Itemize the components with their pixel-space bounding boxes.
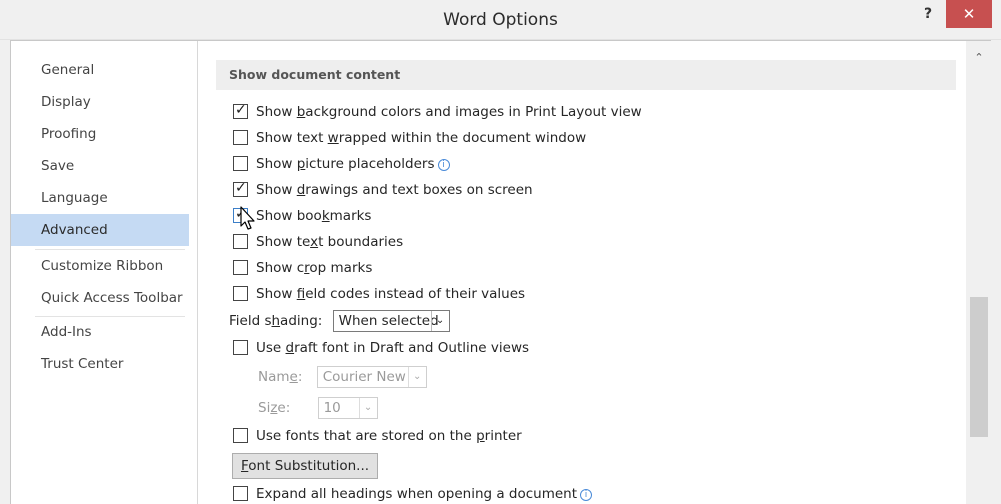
checkbox[interactable] — [233, 101, 248, 119]
font-substitution-button[interactable]: Font Substitution... — [232, 453, 379, 479]
draft-font-size-row: Size: 10 ⌄ — [258, 397, 378, 419]
option-drawings-text-boxes[interactable]: Show drawings and text boxes on screen — [233, 179, 533, 201]
access-key: f — [296, 286, 306, 302]
sidebar-item-proofing[interactable]: Proofing — [11, 118, 189, 150]
font-size-dropdown: 10 ⌄ — [317, 397, 378, 419]
field-shading-dropdown[interactable]: When selected ⌄ — [332, 310, 450, 332]
font-size-value: 10 — [323, 400, 341, 416]
option-expand-headings[interactable]: Expand all headings when opening a docum… — [233, 485, 593, 504]
sidebar-item-quick-access-toolbar[interactable]: Quick Access Toolbar — [11, 282, 189, 314]
option-label: Show — [256, 182, 297, 198]
checkbox[interactable] — [233, 205, 248, 223]
field-shading-label: ading: — [280, 313, 323, 329]
checkbox[interactable] — [233, 179, 248, 197]
option-label: Show boo — [256, 208, 322, 224]
sidebar-item-save[interactable]: Save — [11, 150, 189, 182]
option-label: Show text — [256, 130, 328, 146]
sidebar-item-trust-center[interactable]: Trust Center — [11, 348, 189, 380]
field-shading-row: Field shading: When selected ⌄ — [229, 310, 450, 332]
chevron-down-icon[interactable]: ⌄ — [430, 311, 449, 331]
access-key: b — [296, 104, 306, 120]
option-label: Show te — [256, 234, 311, 250]
option-field-codes[interactable]: Show field codes instead of their values — [233, 285, 525, 305]
option-label: Use fonts that are stored on the — [256, 428, 477, 444]
chevron-down-icon: ⌄ — [407, 367, 426, 387]
access-key: k — [321, 208, 330, 224]
option-label: icture placeholders — [305, 156, 435, 172]
sidebar-item-add-ins[interactable]: Add-Ins — [11, 316, 189, 348]
advanced-options-panel: Show document content Show background co… — [216, 41, 961, 504]
checkbox[interactable] — [233, 285, 248, 301]
information-icon[interactable]: i — [437, 159, 450, 171]
sidebar-item-language[interactable]: Language — [11, 182, 189, 214]
scroll-thumb[interactable] — [970, 297, 988, 437]
access-key: p — [296, 156, 306, 172]
options-sidebar: General Display Proofing Save Language A… — [11, 41, 198, 504]
chevron-down-icon: ⌄ — [358, 398, 377, 418]
chevron-up-icon[interactable]: ⌃ — [966, 51, 992, 67]
help-button[interactable]: ? — [916, 6, 940, 26]
option-label: rinter — [484, 428, 522, 444]
option-bookmarks[interactable]: Show bookmarks — [233, 205, 372, 227]
option-label: marks — [329, 208, 372, 224]
option-text-wrapped[interactable]: Show text wrapped within the document wi… — [233, 129, 586, 149]
options-dialog-body: General Display Proofing Save Language A… — [10, 40, 992, 504]
field-shading-label: Field s — [229, 313, 272, 329]
section-title: Show document content — [216, 60, 956, 90]
checkbox[interactable] — [233, 485, 248, 501]
option-label: rapped within the document window — [338, 130, 587, 146]
title-bar: Word Options ? ✕ — [0, 0, 1001, 40]
access-key: p — [476, 428, 485, 444]
access-key: x — [310, 234, 319, 250]
checkbox[interactable] — [233, 129, 248, 145]
sidebar-item-customize-ribbon[interactable]: Customize Ribbon — [11, 250, 189, 282]
draft-font-name-row: Name: Courier New ⌄ — [258, 366, 427, 388]
option-picture-placeholders[interactable]: Show picture placeholders i — [233, 155, 450, 175]
option-draft-font[interactable]: Use draft font in Draft and Outline view… — [233, 339, 529, 359]
button-label: ont Substitution... — [248, 458, 370, 474]
vertical-scrollbar[interactable]: ⌃ — [966, 41, 992, 504]
font-name-dropdown: Courier New ⌄ — [316, 366, 427, 388]
sidebar-item-advanced[interactable]: Advanced — [11, 214, 189, 246]
option-label: Show c — [256, 260, 305, 276]
close-button[interactable]: ✕ — [946, 0, 992, 28]
option-label: Show — [256, 156, 297, 172]
checkbox[interactable] — [233, 259, 248, 275]
checkbox[interactable] — [233, 155, 248, 171]
size-label: e: — [277, 400, 291, 416]
font-name-value: Courier New — [322, 369, 406, 385]
option-label: Show — [256, 104, 297, 120]
option-label: raft font in Draft and Outline views — [294, 340, 530, 356]
access-key: e — [289, 369, 298, 385]
information-icon[interactable]: i — [580, 489, 593, 501]
checkbox[interactable] — [233, 339, 248, 355]
access-key: d — [296, 182, 306, 198]
option-label: rawings and text boxes on screen — [305, 182, 533, 198]
size-label: Si — [258, 400, 271, 416]
sidebar-item-general[interactable]: General — [11, 54, 189, 86]
option-label: t boundaries — [318, 234, 404, 250]
option-label: ackground colors and images in Print Lay… — [305, 104, 642, 120]
option-printer-fonts[interactable]: Use fonts that are stored on the printer — [233, 427, 522, 447]
name-label: : — [297, 369, 303, 385]
option-text-boundaries[interactable]: Show text boundaries — [233, 233, 403, 253]
option-label: op marks — [309, 260, 373, 276]
access-key: h — [271, 313, 281, 329]
option-label: Use — [256, 340, 286, 356]
checkbox[interactable] — [233, 233, 248, 249]
option-background-colors[interactable]: Show background colors and images in Pri… — [233, 101, 642, 123]
window-title: Word Options — [443, 10, 558, 30]
option-crop-marks[interactable]: Show crop marks — [233, 259, 372, 279]
access-key: w — [327, 130, 339, 146]
option-label: Expand all headings when opening a docum… — [256, 486, 578, 502]
field-shading-value: When selected — [338, 313, 439, 329]
option-label: Show — [256, 286, 297, 302]
access-key: d — [285, 340, 295, 356]
name-label: Nam — [258, 369, 290, 385]
option-label: ield codes instead of their values — [305, 286, 526, 302]
sidebar-item-display[interactable]: Display — [11, 86, 189, 118]
checkbox[interactable] — [233, 427, 248, 443]
